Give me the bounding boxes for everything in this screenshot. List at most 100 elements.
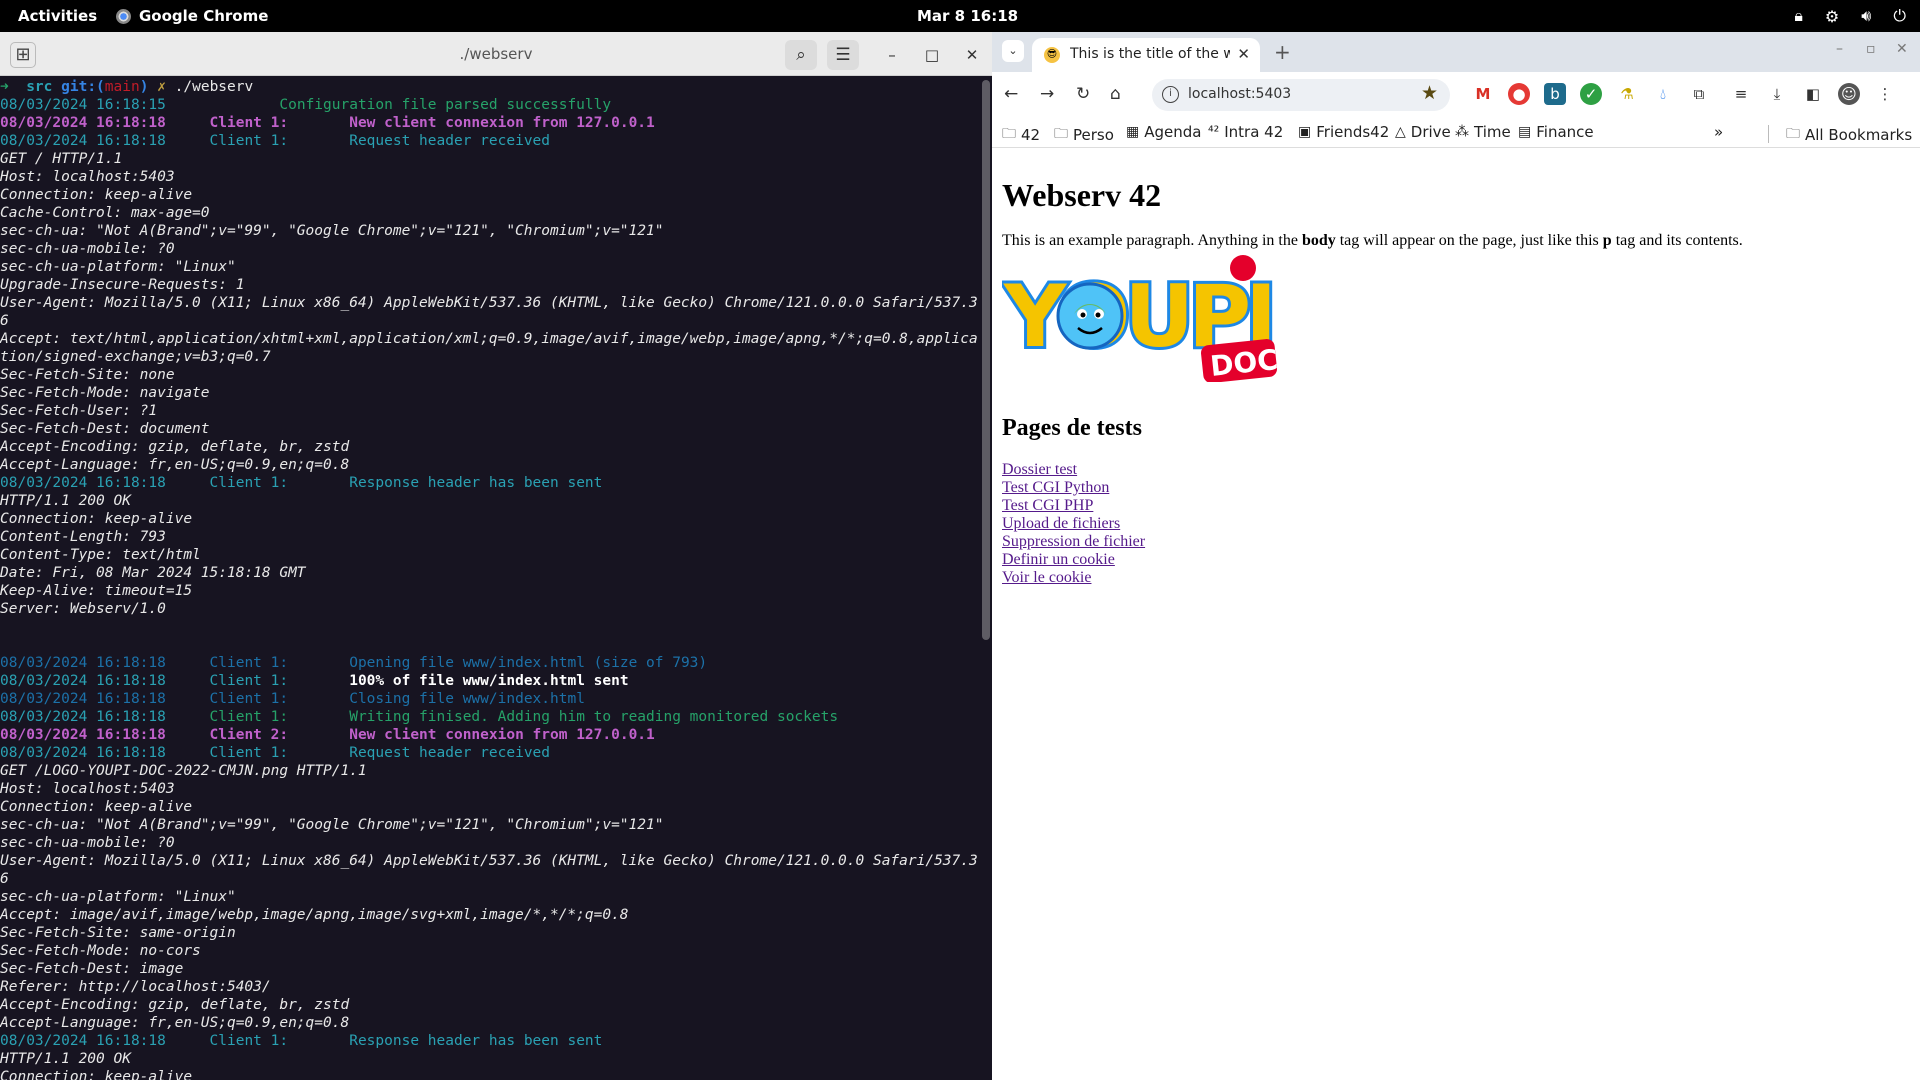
tab-close-icon[interactable]: ✕	[1237, 45, 1250, 63]
reload-icon[interactable]: ↻	[1076, 84, 1090, 104]
para-text-3: tag and its contents.	[1611, 232, 1743, 249]
terminal-log-line: 08/03/2024 16:18:18 Client 1: New client…	[0, 114, 980, 132]
back-icon[interactable]: ←	[1004, 84, 1018, 104]
test-link[interactable]: Test CGI PHP	[1002, 497, 1093, 514]
side-panel-icon[interactable]: ◧	[1802, 83, 1824, 105]
tab-search-button[interactable]: ⌄	[1002, 40, 1024, 62]
bookmark-item[interactable]: ▣ Friends42	[1298, 123, 1389, 141]
test-link[interactable]: Definir un cookie	[1002, 551, 1115, 568]
home-icon[interactable]: ⌂	[1110, 84, 1121, 104]
para-text-2: tag will appear on the page, just like t…	[1335, 232, 1603, 249]
log-client: Client 1:	[209, 115, 289, 131]
calendar-icon: ▦	[1126, 124, 1140, 140]
log-message: Closing file www/index.html	[349, 691, 585, 707]
clock[interactable]: Mar 8 16:18	[917, 7, 1018, 25]
power-icon[interactable]: ⏻	[1893, 6, 1906, 26]
terminal-output[interactable]: ➜ src git:(main) ✗ ./webserv 08/03/2024 …	[0, 76, 980, 1080]
log-message: Request header received	[349, 133, 551, 149]
terminal-text-line: sec-ch-ua: "Not A(Brand";v="99", "Google…	[0, 817, 664, 833]
drive-icon: △	[1395, 124, 1406, 140]
test-link[interactable]: Test CGI Python	[1002, 479, 1109, 496]
terminal-text-line: Accept: text/html,application/xhtml+xml,…	[0, 331, 978, 365]
log-message: Opening file www/index.html (size of 793…	[349, 655, 708, 671]
hamburger-icon: ☰	[835, 45, 851, 65]
test-link[interactable]: Suppression de fichier	[1002, 533, 1145, 550]
bookmark-item[interactable]: 🗀 Perso	[1054, 123, 1114, 147]
log-message: Response header has been sent	[349, 475, 603, 491]
maximize-button[interactable]: ▫	[1866, 41, 1876, 57]
menu-button[interactable]: ☰	[827, 40, 859, 70]
terminal-text-line: User-Agent: Mozilla/5.0 (X11; Linux x86_…	[0, 853, 978, 887]
terminal-log-line: 08/03/2024 16:18:15 Configuration file p…	[0, 96, 980, 114]
flask-icon[interactable]: ⚗	[1616, 83, 1638, 105]
prompt-branch: main	[104, 79, 140, 95]
lock-icon: 🔒︎	[1794, 6, 1803, 25]
log-timestamp: 08/03/2024 16:18:18	[0, 709, 166, 725]
log-message: Request header received	[349, 745, 551, 761]
terminal-text-line: HTTP/1.1 200 OK	[0, 493, 131, 509]
media-controls-icon[interactable]: ≡	[1730, 83, 1752, 105]
terminal-text-line: sec-ch-ua-mobile: ?0	[0, 835, 175, 851]
forward-icon[interactable]: →	[1040, 84, 1054, 104]
terminal-text-line: Connection: keep-alive	[0, 511, 193, 527]
folder-icon: 🗀	[1786, 126, 1800, 142]
bookmark-item[interactable]: ⁂ Time	[1455, 123, 1511, 141]
close-button[interactable]: ✕	[960, 43, 984, 67]
active-tab[interactable]: 😎 This is the title of the webpage ✕	[1032, 38, 1260, 72]
prompt-command: ./webserv	[174, 79, 254, 95]
close-button[interactable]: ✕	[1896, 41, 1908, 57]
bookmark-item[interactable]: 🗀 42	[1002, 123, 1040, 147]
terminal-log-line: 08/03/2024 16:18:18 Client 1: Closing fi…	[0, 690, 980, 708]
test-link[interactable]: Upload de fichiers	[1002, 515, 1120, 532]
bookmark-item[interactable]: ▤ Finance	[1518, 123, 1594, 141]
log-message: New client connexion from 127.0.0.1	[349, 115, 655, 131]
folder-icon: 🗀	[1002, 126, 1016, 142]
log-client: Client 1:	[209, 655, 289, 671]
bookmark-item[interactable]: △ Drive	[1395, 123, 1451, 141]
test-link[interactable]: Dossier test	[1002, 461, 1077, 478]
bookmark-item[interactable]: ▦ Agenda	[1126, 123, 1201, 141]
extensions-icon[interactable]: ⧉	[1688, 83, 1710, 105]
more-bookmarks-icon[interactable]: »	[1714, 123, 1723, 141]
terminal-scrollbar[interactable]	[982, 80, 990, 640]
url-text[interactable]: localhost:5403	[1188, 86, 1291, 102]
terminal-text-line: Sec-Fetch-Mode: no-cors	[0, 943, 201, 959]
minimize-button[interactable]: –	[880, 43, 904, 67]
log-timestamp: 08/03/2024 16:18:18	[0, 1033, 166, 1049]
extension-b-icon[interactable]: b	[1544, 83, 1566, 105]
volume-icon[interactable]: 🔊︎	[1861, 6, 1871, 26]
terminal-text-line: Date: Fri, 08 Mar 2024 15:18:18 GMT	[0, 565, 306, 581]
terminal-text-line: Keep-Alive: timeout=15	[0, 583, 193, 599]
intro-paragraph: This is an example paragraph. Anything i…	[1002, 232, 1743, 250]
log-client: Client 1:	[209, 709, 289, 725]
bookmark-label: 42	[1021, 126, 1041, 144]
log-client: Client 2:	[209, 727, 289, 743]
search-button[interactable]: ⌕	[785, 40, 817, 70]
new-tab-button[interactable]: +	[1274, 40, 1291, 64]
gmail-icon[interactable]: M	[1472, 83, 1494, 105]
download-icon[interactable]: ⤓	[1766, 83, 1788, 105]
terminal-text-line: sec-ch-ua-platform: "Linux"	[0, 889, 236, 905]
test-link[interactable]: Voir le cookie	[1002, 569, 1091, 586]
activities-button[interactable]: Activities	[18, 7, 97, 25]
check-extension-icon[interactable]: ✓	[1580, 83, 1602, 105]
log-timestamp: 08/03/2024 16:18:18	[0, 673, 166, 689]
adblock-icon[interactable]: ●	[1508, 83, 1530, 105]
minimize-button[interactable]: –	[1836, 41, 1843, 57]
kebab-menu-icon[interactable]: ⋮	[1874, 83, 1896, 105]
address-bar[interactable]: i localhost:5403 ★	[1152, 79, 1450, 111]
site-info-icon[interactable]: i	[1162, 86, 1179, 103]
system-tray[interactable]: 🔒︎ ⚙ 🔊︎ ⏻	[1794, 6, 1906, 26]
bookmark-item[interactable]: ⁴² Intra 42	[1208, 123, 1283, 141]
drop-icon[interactable]: 💧︎	[1652, 83, 1674, 105]
settings-icon[interactable]: ⚙	[1825, 7, 1839, 26]
maximize-button[interactable]: □	[920, 43, 944, 67]
app-menu[interactable]: Google Chrome	[116, 7, 268, 25]
all-bookmarks-button[interactable]: 🗀 All Bookmarks	[1786, 123, 1912, 147]
profile-avatar[interactable]: ☺	[1838, 83, 1860, 105]
terminal-text-line: Accept: image/avif,image/webp,image/apng…	[0, 907, 629, 923]
tab-title: This is the title of the webpage	[1070, 46, 1230, 62]
bookmark-star-icon[interactable]: ★	[1421, 82, 1438, 104]
terminal-window: ⊞ ./webserv ⌕ ☰ – □ ✕ ➜ src git:(main) ✗…	[0, 32, 992, 1080]
terminal-log-line: 08/03/2024 16:18:18 Client 1: Response h…	[0, 474, 980, 492]
